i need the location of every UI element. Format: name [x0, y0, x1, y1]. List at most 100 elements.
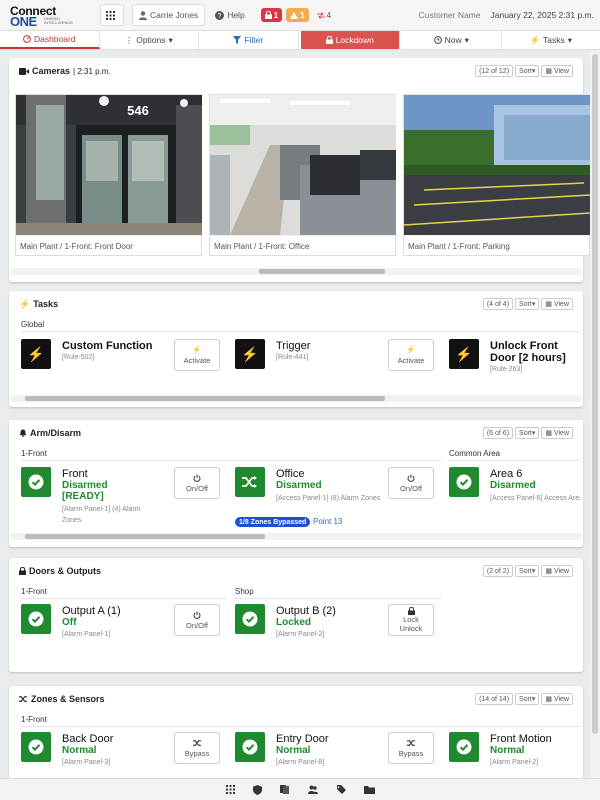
filter-icon [233, 36, 242, 44]
camera-image-parking[interactable] [404, 95, 590, 235]
activate-label: Activate [397, 356, 425, 365]
tasks-menu[interactable]: ⚡ Tasks ▾ [502, 31, 600, 49]
user-button[interactable]: Carrie Jones [132, 4, 206, 26]
group-label-front: 1-Front [21, 587, 47, 596]
view-label: View [553, 695, 569, 703]
bolt-icon: ⚡ [406, 345, 416, 354]
output-sub: [Alarm Panel-2] [276, 631, 325, 638]
task-bolt-icon: ⚡ [235, 339, 265, 369]
bypass-button[interactable]: Bypass [174, 732, 220, 764]
lock-icon [19, 567, 26, 575]
cameras-time: | 2:31 p.m. [73, 66, 111, 76]
camera-image-front-door[interactable]: 546 [16, 95, 202, 235]
area-name: Area 6 [490, 468, 523, 480]
lock-icon [325, 36, 333, 44]
zones-sort-button[interactable]: Sort ▾ [515, 693, 540, 705]
doors-header: Doors & Outputs (2 of 2) Sort ▾ ▦ View [9, 558, 583, 584]
tab-dashboard[interactable]: Dashboard [0, 31, 100, 49]
cameras-view-button[interactable]: ▦ View [541, 65, 573, 77]
arm-scrollbar[interactable] [11, 533, 581, 540]
zones-title-text: Zones & Sensors [31, 694, 105, 704]
arm-sort-button[interactable]: Sort ▾ [515, 427, 540, 439]
now-label: Now [444, 35, 462, 45]
area-sub: [Alarm Panel-1] (4) Alarm Zones [62, 506, 141, 524]
task-item: ⚡ Trigger [Rule-441] ⚡ Activate [235, 339, 445, 399]
arm-disarm-panel: Arm/Disarm (6 of 6) Sort ▾ ▦ View 1-Front… [9, 420, 583, 547]
alarm-red-badge[interactable]: 1 [260, 8, 283, 22]
customer-name[interactable]: Customer Name [419, 10, 481, 20]
area-item: Area 6 Disarmed [Access Panel-6] Access … [449, 467, 580, 527]
zones-view-button[interactable]: ▦ View [541, 693, 573, 705]
exchange-icon [316, 11, 325, 19]
area-name: Front [62, 468, 88, 480]
scroll-thumb[interactable] [259, 269, 385, 274]
zone-sub: [Alarm Panel-2] [490, 759, 539, 766]
doors-view-button[interactable]: ▦ View [541, 565, 573, 577]
group-divider [21, 460, 441, 461]
filter-button[interactable]: Filter [199, 31, 299, 49]
bolt-icon: ⚡ [192, 345, 202, 354]
task-item: ⚡ Unlock Front Door [2 hours] [Rule-263] [449, 339, 579, 399]
bypass-point-link[interactable]: Point 13 [313, 517, 342, 526]
page-scroll-thumb[interactable] [592, 54, 598, 734]
help-button[interactable]: ? Help [209, 4, 250, 26]
group-divider [21, 726, 581, 727]
output-state: Locked [276, 617, 312, 628]
camera-card[interactable]: Main Plant / 1-Front: Office [209, 94, 396, 256]
swap-badge[interactable]: 4 [313, 8, 335, 22]
zones-title: Zones & Sensors [19, 694, 105, 704]
activate-button[interactable]: ⚡ Activate [174, 339, 220, 371]
activate-button[interactable]: ⚡ Activate [388, 339, 434, 371]
grid-icon[interactable] [225, 785, 235, 794]
tasks-view-button[interactable]: ▦ View [541, 298, 573, 310]
scroll-thumb[interactable] [25, 396, 385, 401]
alarm-orange-badge[interactable]: 1 [286, 8, 309, 22]
area-sub: [Access Panel-6] Access Area [490, 495, 580, 502]
bolt-icon: ⚡ [529, 34, 541, 45]
camera-image-office[interactable] [210, 95, 396, 235]
area-state: Disarmed [276, 480, 322, 491]
on-off-button[interactable]: On/Off [174, 604, 220, 636]
power-icon [407, 474, 415, 482]
area-state: Disarmed [READY] [62, 480, 108, 502]
shield-icon[interactable] [252, 784, 262, 795]
scroll-thumb[interactable] [25, 534, 265, 539]
tasks-scrollbar[interactable] [11, 395, 581, 402]
users-icon[interactable] [307, 785, 318, 794]
on-off-button[interactable]: On/Off [388, 467, 434, 499]
bypass-badge[interactable]: 1/8 Zones Bypassed [235, 517, 311, 527]
group-label-common: Common Area [449, 449, 501, 458]
now-menu[interactable]: Now ▾ [402, 31, 502, 49]
bypass-button[interactable]: Bypass [388, 732, 434, 764]
cameras-sort-button[interactable]: Sort ▾ [515, 65, 540, 77]
cameras-scrollbar[interactable] [11, 268, 581, 275]
lock-icon [407, 607, 415, 615]
page-scrollbar[interactable] [590, 50, 600, 778]
logo[interactable]: Connect ONE UNIFIED INTELLIGENCE [6, 2, 84, 29]
folder-icon[interactable] [363, 785, 375, 794]
grid-icon [106, 10, 115, 20]
area-state: Disarmed [490, 480, 536, 491]
camera-card[interactable]: 546 Main Plant / 1-Front: Front Door [15, 94, 202, 256]
activate-label: Activate [183, 356, 211, 365]
cameras-title: Cameras | 2:31 p.m. [19, 66, 111, 76]
app-grid-button[interactable] [100, 4, 124, 26]
arm-view-button[interactable]: ▦ View [541, 427, 573, 439]
camera-card[interactable]: Main Plant / 1-Front: Parking [403, 94, 590, 256]
doors-sort-button[interactable]: Sort ▾ [515, 565, 540, 577]
on-off-button[interactable]: On/Off [174, 467, 220, 499]
tags-icon[interactable] [335, 785, 346, 794]
tasks-sort-button[interactable]: Sort ▾ [515, 298, 540, 310]
cameras-title-text: Cameras [32, 66, 71, 76]
door-number: 546 [127, 103, 149, 118]
options-label: Options [136, 35, 166, 45]
warning-icon [290, 11, 299, 19]
tasks-header: ⚡ Tasks (4 of 4) Sort ▾ ▦ View [9, 291, 583, 317]
lock-unlock-button[interactable]: Lock Unlock [388, 604, 434, 636]
lockdown-button[interactable]: Lockdown [300, 31, 400, 49]
sort-label: Sort [519, 567, 532, 575]
book-icon[interactable] [279, 785, 290, 794]
output-name: Output A (1) [62, 605, 121, 617]
nav-bar: Dashboard ⋮ Options ▾ Filter Lockdown No… [0, 30, 600, 50]
options-menu[interactable]: ⋮ Options ▾ [100, 31, 199, 49]
